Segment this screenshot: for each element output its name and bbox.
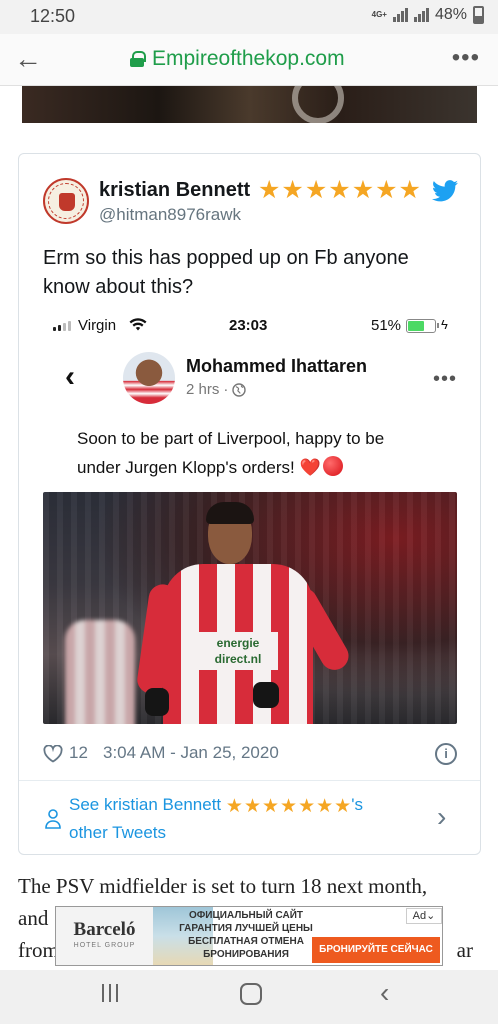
ad-label: Ad [412, 910, 427, 922]
fb-post-text: Soon to be part of Liverpool, happy to b… [77, 424, 437, 482]
star-icon: ★ [243, 796, 261, 817]
battery-icon [473, 6, 484, 24]
star-icon: ★ [281, 176, 304, 204]
see-tweets-prefix: See kristian Bennett [69, 795, 222, 814]
tweet-timestamp[interactable]: 3:04 AM - Jan 25, 2020 [103, 743, 279, 763]
sponsor-line: direct.nl [214, 652, 262, 666]
url-text: Empireofthekop.com [152, 47, 345, 70]
ios-battery-percent: 51% [371, 317, 402, 334]
ad-logo-text: Barceló [73, 919, 136, 940]
divider [19, 780, 480, 781]
person-icon [45, 809, 61, 829]
star-icon: ★ [334, 796, 352, 817]
star-icon: ★ [351, 176, 375, 204]
ios-status-bar: Virgin 23:03 51% ϟ [43, 312, 457, 342]
ad-line: БЕСПЛАТНАЯ ОТМЕНА [188, 936, 304, 947]
ad-logo-subtitle: HOTEL GROUP [73, 942, 136, 949]
arrow-left-icon[interactable]: ← [14, 44, 42, 74]
avatar[interactable] [43, 178, 89, 224]
player-photo: energie direct.nl [43, 492, 457, 724]
ad-line: ГАРАНТИЯ ЛУЧШЕЙ ЦЕНЫ [179, 923, 313, 934]
star-icon: ★ [328, 176, 351, 204]
tweet-text-line: Erm so this has popped up on Fb anyone [43, 247, 409, 269]
sponsor-line: energie [216, 636, 260, 650]
signal-icon [392, 8, 408, 22]
heart-icon[interactable] [43, 745, 63, 763]
article-line-start: from [18, 938, 59, 962]
like-count: 12 [69, 743, 88, 762]
star-icon: ★ [225, 796, 243, 817]
article-line: The PSV midfielder is set to turn 18 nex… [18, 874, 428, 898]
back-icon[interactable]: ‹ [380, 978, 389, 1008]
fb-avatar [123, 352, 175, 404]
star-icon: ★ [304, 176, 328, 204]
tweet-text: Erm so this has popped up on Fb anyone k… [43, 244, 453, 302]
globe-icon [232, 382, 247, 397]
star-emojis: ★ ★ ★ ★ ★ ★ ★ [258, 175, 421, 205]
charging-bolt-icon: ϟ [441, 317, 448, 332]
shirt-sponsor: energie direct.nl [198, 632, 278, 670]
see-tweets-suffix: 's [351, 795, 363, 814]
tweet-user-name[interactable]: kristian Bennett [99, 179, 250, 202]
signal-icon-2 [413, 8, 429, 22]
ad-choices-icon[interactable]: Ad⌄ [406, 908, 442, 924]
tweet-handle[interactable]: @hitman8976rawk [99, 205, 241, 225]
carrier-name: Virgin [78, 317, 117, 334]
more-horiz-icon: ••• [433, 368, 458, 390]
see-other-tweets-link[interactable]: See kristian Bennett ★ ★ ★ ★ ★ ★ ★ 's ot… [69, 792, 419, 846]
article-line-end: ar [456, 938, 473, 962]
tweet-meta: 12 3:04 AM - Jan 25, 2020 i [43, 743, 457, 769]
lock-icon [130, 51, 146, 67]
ios-time: 23:03 [229, 317, 268, 334]
address-bar[interactable]: Empireofthekop.com [130, 47, 345, 71]
embedded-tweet: kristian Bennett ★ ★ ★ ★ ★ ★ ★ @hitman89… [18, 153, 481, 855]
info-icon[interactable]: i [435, 743, 457, 765]
tweet-media-screenshot[interactable]: Virgin 23:03 51% ϟ ‹ Mohammed Ihattaren … [43, 312, 457, 732]
star-icon: ★ [316, 796, 334, 817]
star-icon: ★ [398, 176, 421, 204]
star-icon: ★ [280, 796, 298, 817]
fb-time-ago: 2 hrs [186, 381, 220, 398]
battery-percent: 48% [434, 6, 467, 23]
ad-text: ОФИЦИАЛЬНЫЙ САЙТ ГАРАНТИЯ ЛУЧШЕЙ ЦЕНЫ БЕ… [166, 909, 326, 961]
chevron-right-icon[interactable]: › [437, 803, 446, 831]
system-nav-bar: ‹ [0, 970, 498, 1024]
meta-separator: · [223, 381, 229, 398]
tweet-text-line: know about this? [43, 276, 194, 298]
status-time: 12:50 [30, 6, 76, 26]
fb-post-meta: 2 hrs · [186, 381, 247, 398]
red-circle-emoji [322, 456, 343, 476]
signal-icon [53, 320, 71, 331]
star-icon: ★ [258, 176, 281, 204]
fb-post-line-text: under Jurgen Klopp's orders! [77, 458, 295, 477]
wifi-icon [129, 318, 147, 331]
home-icon[interactable] [240, 983, 262, 1005]
status-icons: 4G+ 48% [372, 6, 484, 24]
ad-line: БРОНИРОВАНИЯ [203, 949, 289, 960]
star-emojis: ★ ★ ★ ★ ★ ★ ★ [226, 794, 351, 820]
star-icon: ★ [298, 796, 316, 817]
ad-banner[interactable]: Barceló HOTEL GROUP ОФИЦИАЛЬНЫЙ САЙТ ГАР… [55, 906, 443, 966]
see-tweets-line2: other Tweets [69, 823, 167, 842]
browser-toolbar: ← Empireofthekop.com ••• [0, 34, 498, 86]
star-icon: ★ [261, 796, 280, 817]
fb-poster-name: Mohammed Ihattaren [186, 356, 368, 376]
status-bar: 12:50 4G+ 48% [0, 0, 498, 34]
twitter-bird-icon[interactable] [432, 180, 458, 202]
network-type: 4G+ [371, 10, 387, 19]
fb-post-line: Soon to be part of Liverpool, happy to b… [77, 429, 385, 448]
heart-emoji: ❤️ [299, 458, 321, 477]
chevron-left-icon: ‹ [65, 360, 75, 393]
ad-cta-button[interactable]: БРОНИРУЙТЕ СЕЙЧАС [312, 937, 440, 963]
ad-logo: Barceló HOTEL GROUP [56, 907, 153, 965]
star-icon: ★ [375, 176, 398, 204]
ad-line: ОФИЦИАЛЬНЫЙ САЙТ [188, 910, 303, 921]
battery-icon [406, 319, 439, 333]
article-image [22, 86, 477, 123]
more-vert-icon[interactable]: ••• [452, 44, 480, 72]
fb-post-line: under Jurgen Klopp's orders! ❤️ [77, 453, 437, 482]
recents-icon[interactable] [102, 984, 118, 1002]
